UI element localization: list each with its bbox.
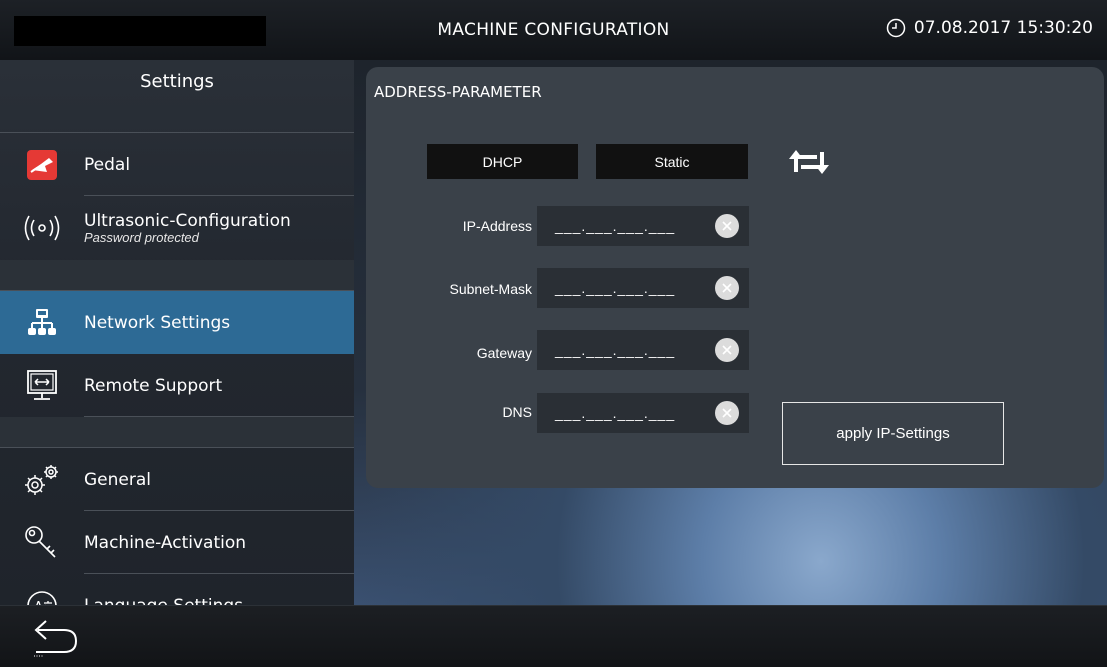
- subnet-mask-field[interactable]: ___.___.___.___: [537, 268, 749, 308]
- sidebar-item-label: Ultrasonic-Configuration: [84, 211, 291, 231]
- sidebar-title: Settings: [0, 60, 354, 133]
- static-button[interactable]: Static: [596, 144, 748, 179]
- sidebar-item-general[interactable]: General: [0, 448, 354, 511]
- apply-ip-settings-button[interactable]: apply IP-Settings: [782, 402, 1004, 465]
- sidebar-item-label: Pedal: [84, 154, 131, 175]
- sidebar-item-remote-support[interactable]: Remote Support: [0, 354, 354, 417]
- sidebar-item-label: Machine-Activation: [84, 532, 247, 553]
- panel-title: ADDRESS-PARAMETER: [374, 83, 542, 101]
- remote-support-icon: [27, 369, 57, 400]
- back-button[interactable]: [26, 616, 82, 663]
- network-icon: [28, 308, 56, 335]
- back-arrow-icon: [34, 620, 78, 657]
- password-protected-note: Password protected: [84, 230, 199, 245]
- gears-icon: [25, 464, 58, 495]
- datetime-display: 07.08.2017 15:30:20: [886, 18, 1093, 38]
- gateway-value: ___.___.___.___: [555, 342, 676, 358]
- sidebar-item-label: General: [84, 469, 151, 490]
- gateway-field[interactable]: ___.___.___.___: [537, 330, 749, 370]
- ip-address-label: IP-Address: [462, 218, 532, 234]
- ip-address-field[interactable]: ___.___.___.___: [537, 206, 749, 246]
- gateway-label: Gateway: [476, 345, 532, 361]
- address-parameter-panel: ADDRESS-PARAMETER DHCP Static IP-Address…: [366, 67, 1104, 488]
- sidebar-item-label: Network Settings: [84, 312, 231, 333]
- clock-icon: [886, 18, 906, 38]
- key-icon: [25, 525, 56, 558]
- sidebar-divider: [0, 260, 354, 291]
- dns-field[interactable]: ___.___.___.___: [537, 393, 749, 433]
- dns-value: ___.___.___.___: [555, 405, 676, 421]
- close-icon: [722, 221, 732, 231]
- subnet-mask-label: Subnet-Mask: [449, 281, 532, 297]
- toggle-mode-button[interactable]: [789, 146, 829, 183]
- sidebar-item-network-settings[interactable]: Network Settings: [0, 291, 354, 354]
- clear-subnet-mask-button[interactable]: [715, 276, 739, 300]
- clear-dns-button[interactable]: [715, 401, 739, 425]
- sidebar-item-pedal[interactable]: Pedal: [0, 133, 354, 196]
- sidebar-item-label: Language Settings: [84, 596, 243, 606]
- refresh-icon: [789, 150, 829, 174]
- pedal-icon: [27, 149, 57, 180]
- bottom-bar: [0, 605, 1107, 667]
- close-icon: [722, 408, 732, 418]
- sidebar-item-machine-activation[interactable]: Machine-Activation: [0, 511, 354, 574]
- clear-gateway-button[interactable]: [715, 338, 739, 362]
- close-icon: [722, 345, 732, 355]
- close-icon: [722, 283, 732, 293]
- dhcp-button[interactable]: DHCP: [427, 144, 578, 179]
- datetime-text: 07.08.2017 15:30:20: [913, 18, 1093, 38]
- subnet-mask-value: ___.___.___.___: [555, 280, 676, 296]
- ultrasonic-icon: [24, 215, 60, 241]
- settings-sidebar: Settings Pedal Ultrasonic-Configuration …: [0, 60, 354, 605]
- top-bar: MACHINE CONFIGURATION 07.08.2017 15:30:2…: [0, 0, 1107, 61]
- sidebar-divider: [0, 417, 354, 448]
- sidebar-item-label: Remote Support: [84, 375, 223, 396]
- clear-ip-address-button[interactable]: [715, 214, 739, 238]
- language-icon: A: [27, 590, 57, 605]
- sidebar-item-ultrasonic-configuration[interactable]: Ultrasonic-Configuration Password protec…: [0, 196, 354, 260]
- dns-label: DNS: [502, 404, 532, 420]
- sidebar-item-language-settings[interactable]: A Language Settings: [0, 574, 354, 605]
- ip-address-value: ___.___.___.___: [555, 218, 676, 234]
